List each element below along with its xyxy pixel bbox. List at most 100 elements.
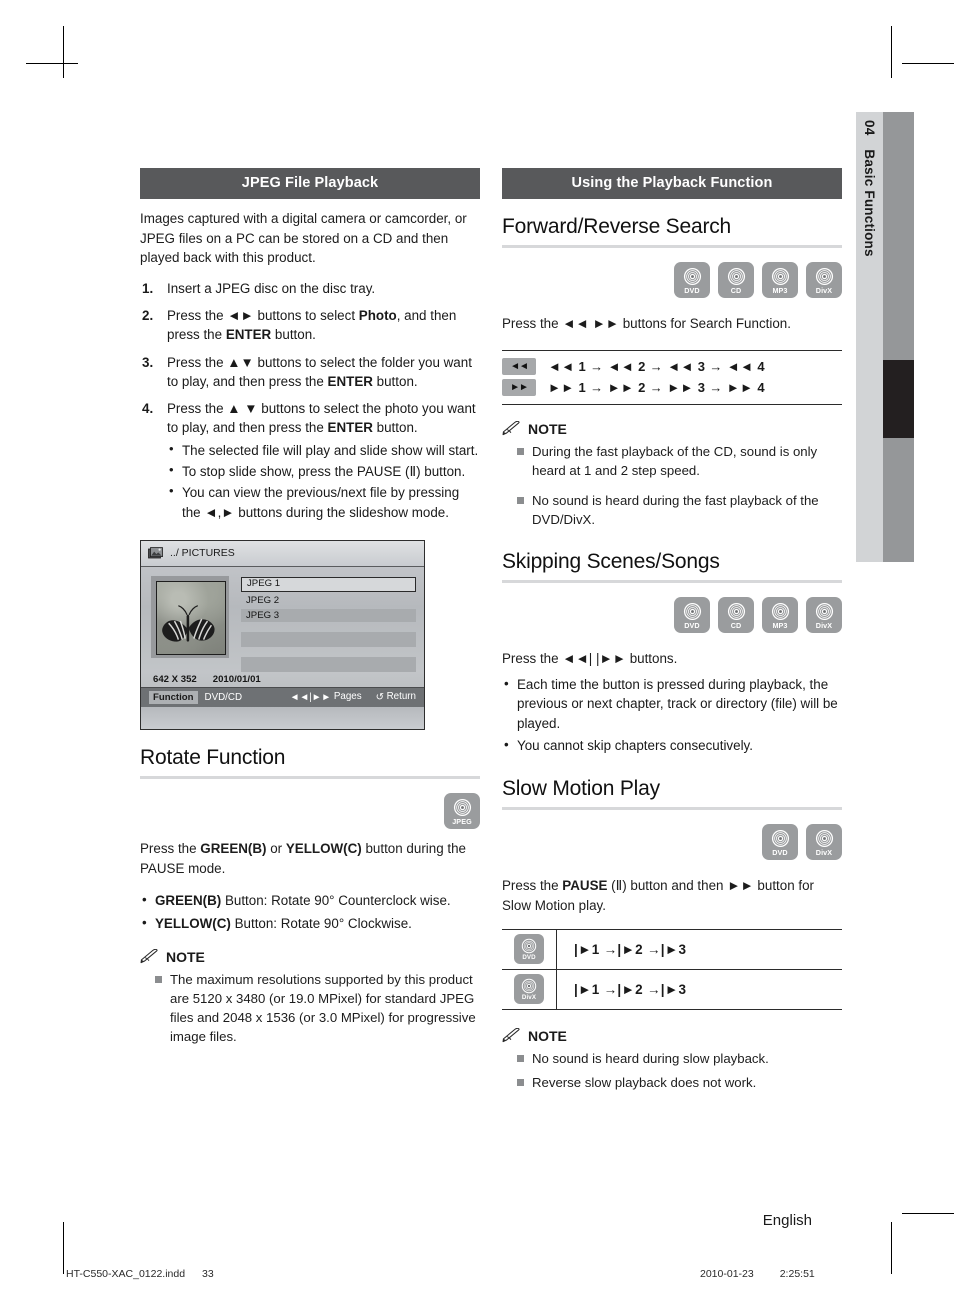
table-row: ►► ►► 1 → ►► 2 → ►► 3 → ►► 4 <box>502 377 842 398</box>
osd-pages-control[interactable]: ◄◄|►► Pages <box>290 691 362 703</box>
osd-file-list-gap <box>241 649 416 655</box>
pencil-note-icon <box>502 421 520 436</box>
osd-pages-label: Pages <box>333 691 362 703</box>
osd-bottom-filler <box>141 706 424 729</box>
osd-file-slot-empty <box>241 631 416 647</box>
skipping-intro-paragraph: Press the ◄◄| |►► buttons. <box>502 651 678 667</box>
list-item: Each time the button is pressed during p… <box>502 674 842 733</box>
osd-return-control[interactable]: ↺ Return <box>376 691 416 703</box>
rotate-intro-paragraph: Press the GREEN(B) or YELLOW(C) button d… <box>140 840 466 876</box>
osd-file-slot-empty <box>241 656 416 672</box>
page-title-forward-reverse-search: Forward/Reverse Search <box>502 215 732 238</box>
osd-source-label: DVD/CD <box>204 691 243 703</box>
heading-rule <box>140 775 480 779</box>
osd-image-metadata: 642 X 352 2010/01/01 <box>153 674 261 685</box>
disc-glyph-icon <box>771 830 789 848</box>
step-sub-bullets: The selected file will play and slide sh… <box>167 440 480 522</box>
heading-rule <box>502 245 842 248</box>
page-language-label: English <box>762 1212 812 1229</box>
disc-glyph-icon <box>771 602 789 621</box>
disc-icon-label: DivX <box>815 285 833 295</box>
list-item: 1. Insert a JPEG disc on the disc tray. <box>140 279 480 298</box>
disc-glyph-icon <box>683 267 701 285</box>
disc-icon-divx: DivX <box>806 824 842 861</box>
list-item: No sound is heard during slow playback. <box>502 1049 842 1068</box>
step-number: 3. <box>142 354 154 370</box>
list-item[interactable]: JPEG 1 <box>241 576 416 592</box>
jpeg-steps-list: 1. Insert a JPEG disc on the disc tray. … <box>140 279 480 522</box>
disc-icon-label: DivX <box>521 993 537 1001</box>
table-row: ◄◄ ◄◄ 1 → ◄◄ 2 → ◄◄ 3 → ◄◄ 4 <box>502 356 842 377</box>
note-block-search: NOTE During the fast playback of the CD,… <box>502 421 842 530</box>
skipping-disc-icons: DVD CD MP3 DivX <box>502 597 842 634</box>
disc-glyph-icon <box>521 938 537 954</box>
disc-icon-cd: CD <box>718 597 754 634</box>
table-row: DVD |►1 →|►2 →|►3 <box>502 929 842 970</box>
osd-screenshot: ../ PICTURES JPEG 1 JPEG 2 JPEG 3 642 X … <box>140 539 425 730</box>
list-item: The selected file will play and slide sh… <box>167 440 480 460</box>
manual-page: 04 Basic Functions JPEG File Playback Im… <box>0 0 954 1307</box>
page-number: 33 <box>202 1268 214 1280</box>
disc-icon-label: JPEG <box>452 816 472 826</box>
rewind-key-icon: ◄◄ <box>502 357 536 375</box>
crop-mark-top-right-v <box>891 26 892 78</box>
crop-mark-bottom-right-h <box>902 1213 954 1214</box>
disc-icon-cd: CD <box>718 262 754 298</box>
osd-path-bar: ../ PICTURES <box>141 540 424 567</box>
search-speed-table: ◄◄ ◄◄ 1 → ◄◄ 2 → ◄◄ 3 → ◄◄ 4 ►► ►► 1 → ►… <box>502 349 842 405</box>
fast-forward-speed-sequence: ►► 1 → ►► 2 → ►► 3 → ►► 4 <box>548 379 765 395</box>
note-label: NOTE <box>166 948 205 965</box>
heading-rule <box>502 807 842 811</box>
step-number: 4. <box>142 401 154 417</box>
disc-icon-jpeg: JPEG <box>444 792 480 829</box>
pages-skip-icon: ◄◄|►► <box>289 692 332 704</box>
note-items: The maximum resolutions supported by thi… <box>140 970 480 1047</box>
note-block-slow-motion: NOTE No sound is heard during slow playb… <box>502 1028 842 1092</box>
print-footer-right: 2010-01-23 2:25:51 <box>700 1268 815 1280</box>
disc-icon-label: CD <box>730 285 742 295</box>
left-column: JPEG File Playback Images captured with … <box>140 168 480 1047</box>
step-number: 1. <box>142 280 154 296</box>
osd-status-bar: Function DVD/CD ◄◄|►► Pages ↺ Return <box>141 686 424 707</box>
osd-resolution: 642 X 352 <box>153 673 197 685</box>
step-text: Press the ◄► buttons to select Photo, an… <box>167 307 457 343</box>
note-title: NOTE <box>502 1028 842 1044</box>
search-disc-icons: DVD CD MP3 DivX <box>502 262 842 298</box>
skipping-bullets: Each time the button is pressed during p… <box>502 674 842 756</box>
list-item: To stop slide show, press the PAUSE (Ⅱ) … <box>167 461 480 481</box>
disc-glyph-icon <box>727 267 745 285</box>
section-banner-using-playback-function: Using the Playback Function <box>502 168 842 199</box>
crop-mark-bottom-right-v <box>891 1222 892 1274</box>
disc-icon-dvd: DVD <box>762 824 798 861</box>
list-item: Reverse slow playback does not work. <box>502 1073 842 1092</box>
list-item: The maximum resolutions supported by thi… <box>140 970 480 1047</box>
disc-icon-dvd: DVD <box>674 597 710 634</box>
table-row: DivX |►1 →|►2 →|►3 <box>502 969 842 1010</box>
disc-icon-label: DVD <box>522 953 536 961</box>
butterfly-photo <box>162 605 215 642</box>
disc-icon-divx: DivX <box>806 597 842 634</box>
disc-glyph-icon <box>453 798 471 816</box>
chapter-number: 04 <box>862 120 877 136</box>
section-banner-jpeg-file-playback: JPEG File Playback <box>140 168 480 199</box>
heading-rule <box>502 580 842 584</box>
side-tab-chapter-marker <box>883 360 914 438</box>
disc-glyph-icon <box>521 978 537 994</box>
note-label: NOTE <box>528 420 567 437</box>
list-item[interactable]: JPEG 2 <box>241 594 416 607</box>
osd-function-chip[interactable]: Function <box>149 690 198 704</box>
disc-icon-label: MP3 <box>772 285 788 295</box>
osd-thumbnail-frame <box>151 575 229 658</box>
pictures-folder-icon <box>148 547 163 559</box>
slow-motion-table: DVD |►1 →|►2 →|►3 DivX |►1 →|►2 →|►3 <box>502 928 842 1010</box>
list-item[interactable]: JPEG 3 <box>241 608 416 622</box>
list-item: 4. Press the ▲ ▼ buttons to select the p… <box>140 399 480 522</box>
rotate-bullets: GREEN(B) Button: Rotate 90° Counterclock… <box>140 890 480 933</box>
note-label: NOTE <box>528 1027 567 1044</box>
search-intro-paragraph: Press the ◄◄ ►► buttons for Search Funct… <box>502 316 791 331</box>
osd-date: 2010/01/01 <box>212 673 261 685</box>
print-time: 2:25:51 <box>779 1268 815 1280</box>
disc-glyph-icon <box>727 602 745 621</box>
slow-motion-sequence-dvd: |►1 →|►2 →|►3 <box>574 941 687 957</box>
disc-glyph-icon <box>815 830 833 848</box>
